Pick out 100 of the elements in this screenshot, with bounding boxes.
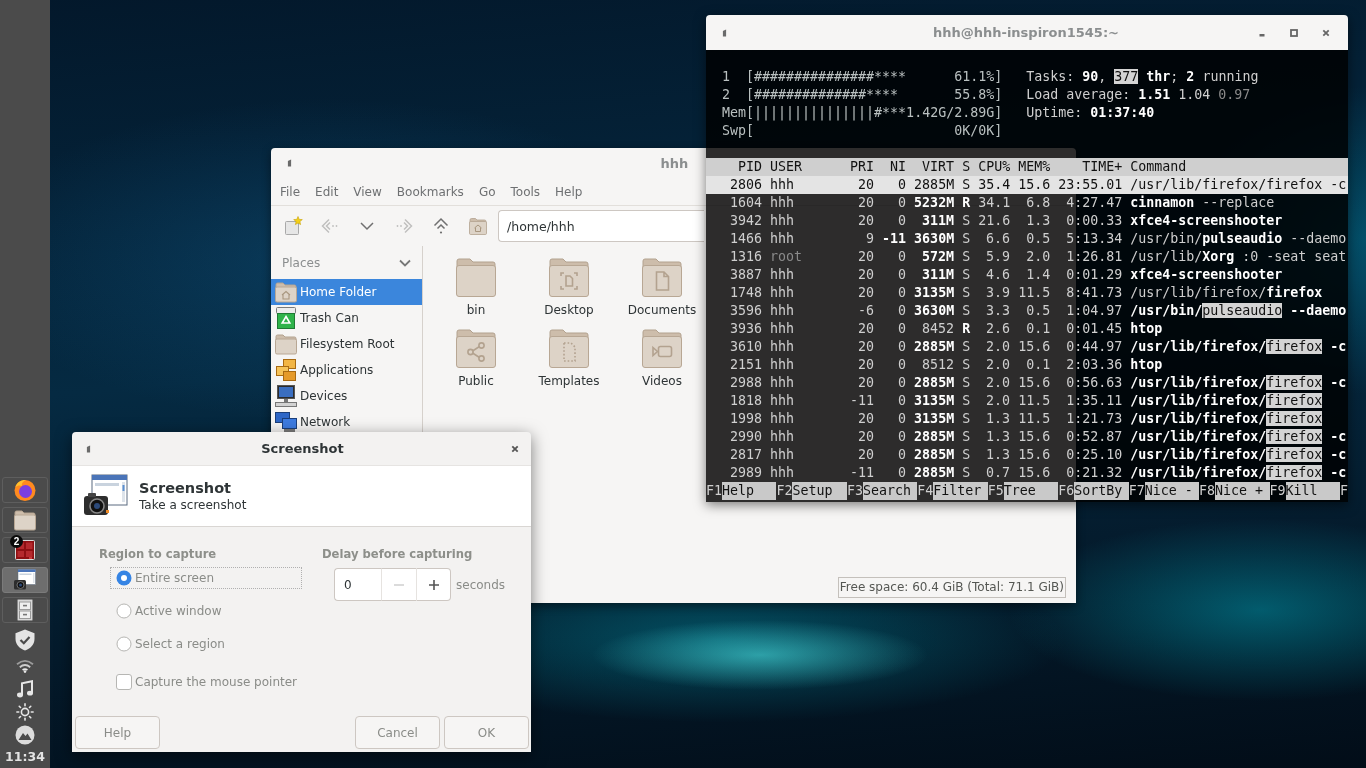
folder-item[interactable]: Videos (640, 326, 684, 389)
menu-item[interactable]: View (345, 180, 390, 203)
process-row[interactable]: 2817 hhh 20 0 2885M S 1.3 15.6 0:25.10 /usr/lib/firefox/firefox -c (706, 446, 1348, 464)
function-key[interactable]: SortBy (1074, 482, 1129, 500)
table-cell: -6 (858, 303, 875, 318)
column-header[interactable]: USER (770, 159, 803, 174)
process-row[interactable]: 2806 hhh 20 0 2885M S 35.4 15.6 23:55.01 /usr/lib/firefox/firefox -c (706, 176, 1348, 194)
folder-item[interactable]: Public (454, 326, 498, 389)
process-row[interactable]: 2989 hhh -11 0 2885M S 0.7 15.6 0:21.32 /usr/lib/firefox/firefox -c (706, 464, 1348, 482)
process-row[interactable]: 2151 hhh 20 0 8512 S 2.0 0.1 2:03.36 htop (706, 356, 1348, 374)
column-header[interactable]: PRI (850, 159, 875, 174)
column-header[interactable]: VIRT (922, 159, 955, 174)
table-cell: 2885M (914, 339, 955, 354)
section-label: Region to capture (99, 547, 217, 562)
process-row[interactable]: 3610 hhh 20 0 2885M S 2.0 15.6 0:44.97 /usr/lib/firefox/firefox -c (706, 338, 1348, 356)
folder-item[interactable]: Documents (627, 255, 697, 318)
music-note-icon[interactable] (16, 680, 34, 698)
location-field[interactable]: /home/hhh (498, 210, 704, 242)
table-cell: 20 (858, 429, 875, 444)
column-header[interactable]: NI (890, 159, 907, 174)
table-cell: 2990 (730, 429, 763, 444)
table-cell: 34.1 (978, 195, 1011, 210)
process-row[interactable]: 1466 hhh 9 -11 3630M S 6.6 0.5 5:13.34 /usr/bin/pulseaudio --daemo (706, 230, 1348, 248)
process-row[interactable]: 1998 hhh 20 0 3135M S 1.3 11.5 1:21.73 /usr/lib/firefox/firefox (706, 410, 1348, 428)
table-cell: 3942 (730, 213, 763, 228)
table-cell: 0 (898, 249, 907, 264)
table-cell: 0 (898, 267, 907, 282)
menu-item[interactable]: Help (547, 180, 590, 203)
table-cell: 4.6 (986, 267, 1011, 282)
menu-item[interactable]: Edit (307, 180, 346, 203)
process-row[interactable]: 1818 hhh -11 0 3135M S 2.0 11.5 1:35.11 /usr/lib/firefox/firefox (706, 392, 1348, 410)
table-cell: 6.6 (986, 231, 1011, 246)
sidebar-item[interactable]: Devices (271, 383, 422, 409)
function-key[interactable]: Tree (1003, 482, 1059, 500)
column-header[interactable]: Command (1130, 158, 1187, 176)
increment-button[interactable] (416, 568, 451, 601)
summary-line: Load average: 1.51 1.04 0.97 (1026, 86, 1251, 104)
table-cell: 2885M (914, 375, 955, 390)
sidebar-item[interactable]: Applications (271, 357, 422, 383)
folder-icon (274, 332, 298, 356)
function-key[interactable]: Nice + (1215, 482, 1270, 500)
folder-item[interactable]: Templates (538, 326, 600, 389)
column-header[interactable]: MEM% (1018, 159, 1051, 174)
sun-icon[interactable] (16, 703, 34, 721)
summary-line: Uptime: 01:37:40 (1026, 104, 1155, 122)
sidebar-item[interactable]: Filesystem Root (271, 331, 422, 357)
column-header[interactable]: S (962, 159, 971, 174)
table-cell: cinnamon --replace (1130, 194, 1275, 212)
table-cell: 0 (898, 393, 907, 408)
close-icon[interactable] (1322, 28, 1330, 37)
table-cell: hhh (770, 231, 795, 246)
table-cell: 20 (858, 285, 875, 300)
launcher-button[interactable]: 2 (2, 537, 48, 563)
column-header[interactable]: TIME+ (1082, 159, 1123, 174)
table-cell: xfce4-screenshooter (1130, 266, 1283, 284)
process-row[interactable]: 3596 hhh -6 0 3630M S 3.3 0.5 1:04.97 /usr/bin/pulseaudio --daemo (706, 302, 1348, 320)
table-cell: 0.5 (1026, 303, 1051, 318)
menu-item[interactable]: File (272, 180, 308, 203)
process-row[interactable]: 3942 hhh 20 0 311M S 21.6 1.3 0:00.33 xfce4-screenshooter (706, 212, 1348, 230)
process-row[interactable]: 3936 hhh 20 0 8452 R 2.6 0.1 0:01.45 htop (706, 320, 1348, 338)
sidebar-item[interactable]: Home Folder (271, 279, 422, 305)
process-row[interactable]: 3887 hhh 20 0 311M S 4.6 1.4 0:01.29 xfce4-screenshooter (706, 266, 1348, 284)
function-key[interactable]: Setup (792, 482, 847, 500)
launcher-button[interactable] (2, 507, 48, 533)
maximize-icon[interactable] (1290, 28, 1298, 37)
table-cell: 0 (898, 375, 907, 390)
launcher-button[interactable] (2, 567, 48, 593)
folder-item[interactable]: bin (454, 255, 498, 318)
chevron-down-icon[interactable] (399, 258, 411, 267)
mountain-icon[interactable] (15, 725, 35, 745)
table-cell: 2.0 (986, 375, 1011, 390)
delay-field[interactable]: 0 (334, 568, 381, 601)
table-cell: 1466 (730, 231, 763, 246)
menu-item[interactable]: Bookmarks (389, 180, 472, 203)
function-key[interactable]: Kill (1285, 482, 1340, 500)
window-menu-icon[interactable] (86, 444, 91, 453)
process-row[interactable]: 1604 hhh 20 0 5232M R 34.1 6.8 4:27.47 cinnamon --replace (706, 194, 1348, 212)
wifi-icon[interactable] (16, 659, 34, 673)
function-key[interactable]: Search (862, 482, 918, 500)
folder-item[interactable]: Desktop (544, 255, 594, 318)
shield-icon[interactable] (15, 629, 35, 651)
window-menu-icon[interactable] (722, 28, 727, 37)
process-row[interactable]: 1748 hhh 20 0 3135M S 3.9 11.5 8:41.73 /usr/lib/firefox/firefox (706, 284, 1348, 302)
process-row[interactable]: 1316 root 20 0 572M S 5.9 2.0 1:26.81 /usr/lib/Xorg :0 -seat seat (706, 248, 1348, 266)
close-icon[interactable] (511, 444, 519, 453)
menu-item[interactable]: Go (471, 180, 503, 203)
sidebar-item[interactable]: Network (271, 409, 422, 435)
menu-item[interactable]: Tools (503, 180, 548, 203)
launcher-button[interactable] (2, 597, 48, 623)
sidebar-item[interactable]: Trash Can (271, 305, 422, 331)
window-menu-icon[interactable] (287, 159, 292, 167)
process-row[interactable]: 2990 hhh 20 0 2885M S 1.3 15.6 0:52.87 /usr/lib/firefox/firefox -c (706, 428, 1348, 446)
table-cell: 3887 (730, 267, 763, 282)
column-header[interactable]: PID (738, 159, 763, 174)
process-row[interactable]: 2988 hhh 20 0 2885M S 2.0 15.6 0:56.63 /usr/lib/firefox/firefox -c (706, 374, 1348, 392)
function-key[interactable]: Help (722, 482, 777, 500)
function-key[interactable]: Nice - (1144, 482, 1200, 500)
function-key[interactable]: Filter (933, 482, 988, 500)
column-header[interactable]: CPU% (978, 159, 1011, 174)
table-cell: 0.1 (1026, 321, 1051, 336)
